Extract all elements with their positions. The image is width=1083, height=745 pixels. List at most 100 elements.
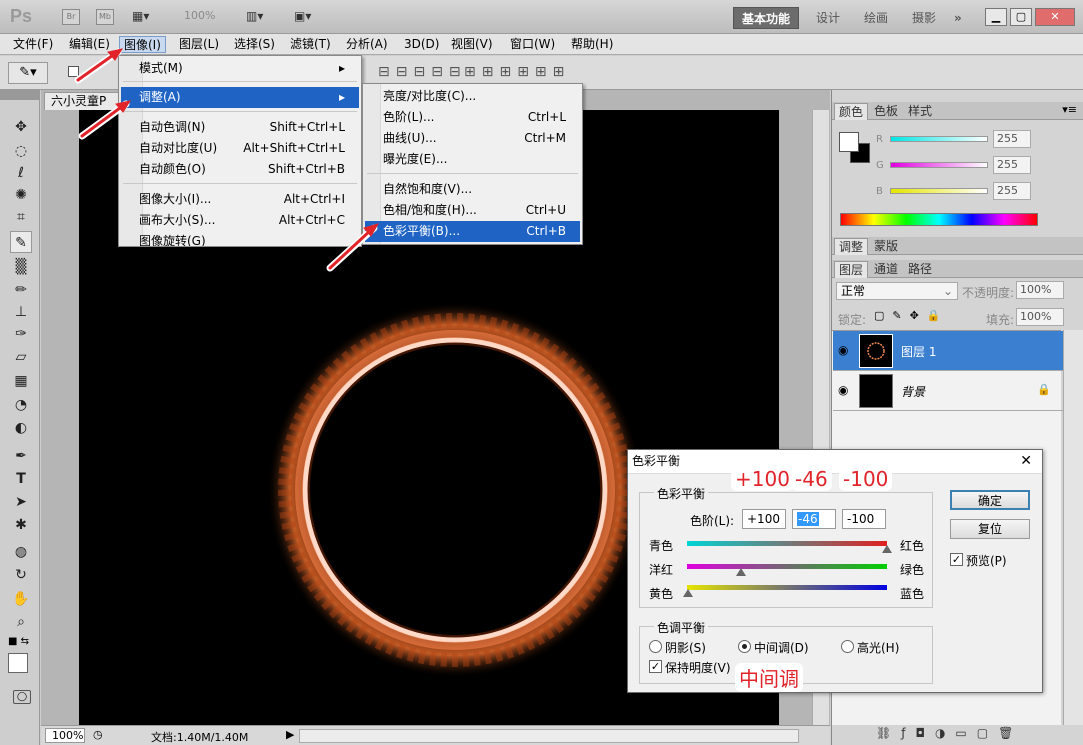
eyedropper-tool-icon[interactable]: ✎	[10, 231, 32, 253]
color-r-value[interactable]: 255	[993, 130, 1031, 148]
default-colors-icon[interactable]: ■ ⇆	[8, 636, 29, 647]
canvas-horizontal-scrollbar[interactable]	[299, 729, 799, 743]
level-input-yellow-blue[interactable]: -100	[842, 509, 886, 529]
menu-item-mode[interactable]: 模式(M) ▸	[121, 58, 359, 79]
yellow-blue-slider-track[interactable]	[687, 585, 887, 590]
color-g-value[interactable]: 255	[993, 156, 1031, 174]
opacity-value[interactable]: 100%	[1016, 281, 1064, 299]
auto-select-checkbox[interactable]	[68, 66, 79, 77]
gradient-tool-icon[interactable]: ▦	[10, 370, 32, 392]
magenta-green-slider-track[interactable]	[687, 564, 887, 569]
tab-swatches[interactable]: 色板	[870, 103, 902, 120]
color-g-slider[interactable]	[890, 162, 988, 168]
menu-layer[interactable]: 图层(L)	[175, 36, 223, 53]
menu-item-adjustments[interactable]: 调整(A) ▸	[121, 87, 359, 108]
menu-item-curves[interactable]: 曲线(U)... Ctrl+M	[365, 128, 580, 149]
healing-brush-tool-icon[interactable]: ▒	[10, 256, 32, 278]
zoom-tool-icon[interactable]: ⌕	[10, 611, 32, 633]
clone-stamp-tool-icon[interactable]: ⊥	[10, 301, 32, 323]
level-input-cyan-red[interactable]: +100	[742, 509, 786, 529]
eraser-tool-icon[interactable]: ▱	[10, 346, 32, 368]
menu-item-canvas-size[interactable]: 画布大小(S)... Alt+Ctrl+C	[121, 210, 359, 231]
menu-analysis[interactable]: 分析(A)	[342, 36, 392, 53]
workspace-photography[interactable]: 摄影	[904, 7, 944, 29]
blur-tool-icon[interactable]: ◔	[10, 394, 32, 416]
arrange-documents-icon[interactable]: ▥▾	[246, 9, 263, 23]
menu-item-hue-saturation[interactable]: 色相/饱和度(H)... Ctrl+U	[365, 200, 580, 221]
view-extras-icon[interactable]: ▦▾	[132, 9, 162, 25]
magenta-green-slider-thumb[interactable]	[736, 568, 746, 576]
custom-shape-tool-icon[interactable]: ✱	[10, 514, 32, 536]
tab-color[interactable]: 颜色	[834, 103, 869, 120]
radio-shadows[interactable]	[649, 640, 662, 653]
fill-value[interactable]: 100%	[1016, 308, 1064, 326]
eye-icon[interactable]: ◉	[838, 343, 848, 357]
type-tool-icon[interactable]: T	[10, 468, 32, 490]
ok-button[interactable]: 确定	[950, 490, 1030, 510]
close-icon[interactable]: ✕	[1020, 450, 1032, 473]
minimize-button[interactable]: ▁	[985, 8, 1007, 26]
menu-item-image-rotation[interactable]: 图像旋转(G)	[121, 231, 359, 246]
preserve-luminosity-checkbox[interactable]: ✓	[649, 660, 662, 673]
foreground-color-swatch[interactable]	[8, 653, 28, 673]
menu-item-brightness-contrast[interactable]: 亮度/对比度(C)...	[365, 86, 580, 107]
menu-item-vibrance[interactable]: 自然饱和度(V)...	[365, 179, 580, 200]
tab-channels[interactable]: 通道	[870, 261, 902, 278]
menu-select[interactable]: 选择(S)	[230, 36, 279, 53]
menu-3d[interactable]: 3D(D)	[400, 36, 443, 53]
menu-item-levels[interactable]: 色阶(L)... Ctrl+L	[365, 107, 580, 128]
workspace-painting[interactable]: 绘画	[856, 7, 896, 29]
workspace-essentials[interactable]: 基本功能	[733, 7, 800, 29]
blend-mode-select[interactable]: 正常 ⌄	[836, 282, 958, 300]
menu-item-auto-tone[interactable]: 自动色调(N) Shift+Ctrl+L	[121, 117, 359, 138]
3d-orbit-tool-icon[interactable]: ↻	[10, 564, 32, 586]
level-input-magenta-green[interactable]: -46	[792, 509, 836, 529]
preview-checkbox[interactable]: ✓	[950, 553, 963, 566]
color-b-value[interactable]: 255	[993, 182, 1031, 200]
brush-tool-icon[interactable]: ✏	[10, 279, 32, 301]
color-r-slider[interactable]	[890, 136, 988, 142]
close-window-button[interactable]: ✕	[1035, 8, 1075, 26]
screen-mode-icon[interactable]: ▣▾	[294, 9, 311, 23]
quick-select-tool-icon[interactable]: ✺	[10, 184, 32, 206]
cyan-red-slider-thumb[interactable]	[882, 545, 892, 553]
layer-actions-icons[interactable]: ⛓ƒ◘◑▭▢🗑	[876, 726, 1023, 740]
move-tool-icon[interactable]: ✥	[10, 116, 32, 138]
panel-foreground-swatch[interactable]	[839, 132, 859, 152]
cyan-red-slider-track[interactable]	[687, 541, 887, 546]
lock-icons[interactable]: ▢✎✥🔒	[874, 309, 949, 322]
menu-window[interactable]: 窗口(W)	[506, 36, 559, 53]
menu-file[interactable]: 文件(F)	[9, 36, 57, 53]
zoom-level[interactable]: 100%	[184, 9, 215, 22]
menu-item-image-size[interactable]: 图像大小(I)... Alt+Ctrl+I	[121, 189, 359, 210]
menu-item-exposure[interactable]: 曝光度(E)...	[365, 149, 580, 170]
workspace-design[interactable]: 设计	[808, 7, 848, 29]
menu-view[interactable]: 视图(V)	[447, 36, 497, 53]
color-b-slider[interactable]	[890, 188, 988, 194]
align-icons[interactable]: ⊟⊟⊟⊟⊟	[378, 64, 467, 80]
radio-highlights[interactable]	[841, 640, 854, 653]
menu-item-color-balance[interactable]: 色彩平衡(B)... Ctrl+B	[365, 221, 580, 242]
menu-item-auto-color[interactable]: 自动颜色(O) Shift+Ctrl+B	[121, 159, 359, 180]
maximize-button[interactable]: ▢	[1010, 8, 1032, 26]
panel-menu-icon[interactable]: ▾≡	[1062, 103, 1077, 116]
menu-edit[interactable]: 编辑(E)	[65, 36, 114, 53]
marquee-tool-icon[interactable]: ◌	[10, 140, 32, 162]
history-brush-tool-icon[interactable]: ✑	[10, 323, 32, 345]
tab-masks[interactable]: 蒙版	[870, 238, 902, 255]
tab-styles[interactable]: 样式	[904, 103, 936, 120]
minibridge-icon[interactable]: Mb	[96, 9, 114, 25]
radio-midtones[interactable]	[738, 640, 751, 653]
pen-tool-icon[interactable]: ✒	[10, 445, 32, 467]
document-tab[interactable]: 六小灵童P	[44, 92, 126, 110]
tab-layers[interactable]: 图层	[834, 261, 869, 278]
distribute-icons[interactable]: ⊞⊞⊞⊞⊞⊞	[464, 64, 570, 80]
3d-rotate-tool-icon[interactable]: ◍	[10, 541, 32, 563]
dodge-tool-icon[interactable]: ◐	[10, 417, 32, 439]
more-workspaces-icon[interactable]: »	[946, 7, 970, 29]
yellow-blue-slider-thumb[interactable]	[683, 589, 693, 597]
layers-scrollbar[interactable]	[1063, 330, 1083, 725]
hand-tool-icon[interactable]: ✋	[10, 588, 32, 610]
color-spectrum-ramp[interactable]	[840, 213, 1038, 226]
menu-image[interactable]: 图像(I)	[119, 36, 166, 53]
